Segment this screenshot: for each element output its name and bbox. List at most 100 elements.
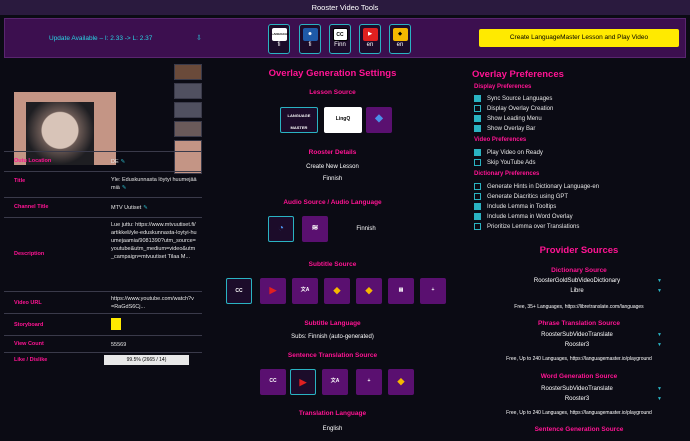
- storyboard-thumb[interactable]: [174, 64, 202, 80]
- translation-source-translate[interactable]: 文A: [322, 369, 348, 395]
- word-generation-sub-select[interactable]: Rooster3 ▼: [472, 396, 682, 402]
- provider-sources-title: Provider Sources: [539, 245, 619, 256]
- translation-source-add[interactable]: +: [356, 369, 382, 395]
- document-icon: ▤: [398, 287, 404, 293]
- checkbox[interactable]: [474, 115, 481, 122]
- speaker-icon: ◔: [277, 223, 285, 234]
- storyboard-thumb[interactable]: [174, 121, 202, 137]
- storyboard-icon[interactable]: [111, 318, 121, 330]
- lesson-source-heading: Lesson Source: [309, 89, 356, 96]
- rooster-icon: ◆: [333, 285, 341, 295]
- meta-row-description: Description Lue juttu: https://www.mtvuut…: [4, 217, 202, 291]
- cc-icon: CC: [269, 378, 277, 384]
- subtitle-source-translate[interactable]: 文A: [292, 278, 318, 304]
- pref-play-video-on-ready[interactable]: Play Video on Ready: [474, 149, 543, 156]
- translate-icon: 文A: [330, 378, 340, 384]
- subtitle-source-add[interactable]: +: [420, 278, 446, 304]
- youtube-icon: ▶: [362, 28, 378, 41]
- translate-icon: 文A: [300, 287, 310, 293]
- create-lesson-button[interactable]: Create LanguageMaster Lesson and Play Vi…: [479, 29, 679, 47]
- pref-sync-source-languages[interactable]: Sync Source Languages: [474, 95, 552, 102]
- meta-row-channel: Channel Title MTV Uutiset ✎: [4, 197, 202, 217]
- edit-icon[interactable]: ✎: [122, 185, 127, 191]
- phrase-translation-heading: Phrase Translation Source: [537, 320, 620, 327]
- lesson-source-languagemaster[interactable]: LANGUAGE MASTER: [280, 107, 318, 133]
- meta-row-location: Outu Location DE ✎: [4, 151, 202, 171]
- edit-icon[interactable]: ✎: [121, 159, 126, 165]
- subtitle-source-document[interactable]: ▤: [388, 278, 414, 304]
- toolbar-face-button[interactable]: ☻ fi: [299, 24, 321, 54]
- checkbox[interactable]: [474, 213, 481, 220]
- subtitle-language-select[interactable]: Subs: Finnish (auto-generated): [210, 334, 455, 340]
- lesson-language-select[interactable]: Finnish: [210, 176, 455, 182]
- download-icon[interactable]: ⇩: [196, 34, 202, 42]
- phrase-translation-select[interactable]: RoosterSubVideoTranslate ▼: [472, 332, 682, 338]
- pref-show-overlay-bar[interactable]: Show Overlay Bar: [474, 125, 535, 132]
- audio-source-speaker[interactable]: ◔: [268, 216, 294, 242]
- translation-language-heading: Translation Language: [298, 410, 367, 417]
- lesson-source-lingq[interactable]: LingQ: [324, 107, 362, 133]
- toolbar-lingq-button[interactable]: ◆ en: [389, 24, 411, 54]
- create-new-lesson-select[interactable]: Create New Lesson: [210, 164, 455, 170]
- checkbox[interactable]: [474, 159, 481, 166]
- dictionary-source-note: Free, 35+ Languages, https://libretransl…: [514, 304, 644, 310]
- audio-source-waveform[interactable]: ≋: [302, 216, 328, 242]
- youtube-icon: ▶: [269, 285, 277, 295]
- subtitle-source-cc[interactable]: CC: [226, 278, 252, 304]
- rooster-icon: ◆: [365, 285, 373, 295]
- dictionary-source-heading: Dictionary Source: [551, 267, 607, 274]
- phrase-translation-sub-select[interactable]: Rooster3 ▼: [472, 342, 682, 348]
- cc-icon: CC: [332, 28, 348, 41]
- storyboard-thumb[interactable]: [174, 102, 202, 118]
- overlay-generation-title: Overlay Generation Settings: [268, 68, 397, 79]
- subtitle-language-heading: Subtitle Language: [304, 320, 361, 327]
- subtitle-source-rooster-alt[interactable]: ◆: [356, 278, 382, 304]
- waveform-icon: ≋: [311, 223, 319, 232]
- pref-display-overlay-creation[interactable]: Display Overlay Creation: [474, 105, 553, 112]
- add-document-icon: +: [367, 378, 371, 384]
- languagemaster-icon: LANGUAGE: [271, 28, 289, 41]
- update-available-text[interactable]: Update Available – I: 2.33 -> L: 2.37: [49, 35, 152, 42]
- checkbox[interactable]: [474, 223, 481, 230]
- word-generation-select[interactable]: RoosterSubVideoTranslate ▼: [472, 386, 682, 392]
- dictionary-source-select[interactable]: RoosterGoldSubVideoDictionary ▼: [472, 278, 682, 284]
- subtitle-source-youtube[interactable]: ▶: [260, 278, 286, 304]
- subtitle-source-rooster[interactable]: ◆: [324, 278, 350, 304]
- checkbox[interactable]: [474, 203, 481, 210]
- toolbar-languagemaster-button[interactable]: LANGUAGE fi: [268, 24, 290, 54]
- pref-prioritize-lemma[interactable]: Prioritize Lemma over Translations: [474, 223, 579, 230]
- video-metadata: Outu Location DE ✎ Title Yle: Eduskunnasta …: [4, 151, 202, 367]
- toolbar-cc-button[interactable]: CC Finn: [329, 24, 351, 54]
- translation-source-cc[interactable]: CC: [260, 369, 286, 395]
- storyboard-thumb[interactable]: [174, 83, 202, 99]
- pref-generate-hints[interactable]: Generate Hints in Dictionary Language-en: [474, 183, 599, 190]
- top-toolbar: Update Available – I: 2.33 -> L: 2.37 ⇩ …: [4, 18, 686, 58]
- checkbox[interactable]: [474, 183, 481, 190]
- translation-language-select[interactable]: English: [210, 426, 455, 432]
- checkbox[interactable]: [474, 95, 481, 102]
- translation-source-rooster[interactable]: ◆: [388, 369, 414, 395]
- checkbox[interactable]: [474, 105, 481, 112]
- like-ratio-bar: 99.5% (2665 / 14): [104, 355, 189, 365]
- lesson-source-rooster[interactable]: ◆: [366, 107, 392, 133]
- checkbox[interactable]: [474, 149, 481, 156]
- pref-lemma-in-word-overlay[interactable]: Include Lemma in Word Overlay: [474, 213, 573, 220]
- lingq-icon: ◆: [392, 28, 408, 41]
- languagemaster-icon: LANGUAGE MASTER: [287, 113, 311, 130]
- toolbar-youtube-button[interactable]: ▶ en: [359, 24, 381, 54]
- pref-skip-youtube-ads[interactable]: Skip YouTube Ads: [474, 159, 535, 166]
- word-generation-heading: Word Generation Source: [540, 373, 618, 380]
- pref-lemma-in-tooltips[interactable]: Include Lemma in Tooltips: [474, 203, 556, 210]
- translation-source-youtube[interactable]: ▶: [290, 369, 316, 395]
- pref-generate-diacritics[interactable]: Generate Diacritics using GPT: [474, 193, 568, 200]
- meta-row-likes: Like / Dislike 99.5% (2665 / 14): [4, 352, 202, 367]
- audio-language-select[interactable]: Finnish: [346, 226, 386, 232]
- checkbox[interactable]: [474, 193, 481, 200]
- meta-row-views: View Count 55569: [4, 335, 202, 352]
- edit-icon[interactable]: ✎: [143, 205, 148, 211]
- pref-show-leading-menu[interactable]: Show Leading Menu: [474, 115, 542, 122]
- chevron-down-icon: ▼: [657, 332, 662, 338]
- checkbox[interactable]: [474, 125, 481, 132]
- dictionary-sub-select[interactable]: Libre ▼: [472, 288, 682, 294]
- window-title: Rooster Video Tools: [0, 0, 690, 15]
